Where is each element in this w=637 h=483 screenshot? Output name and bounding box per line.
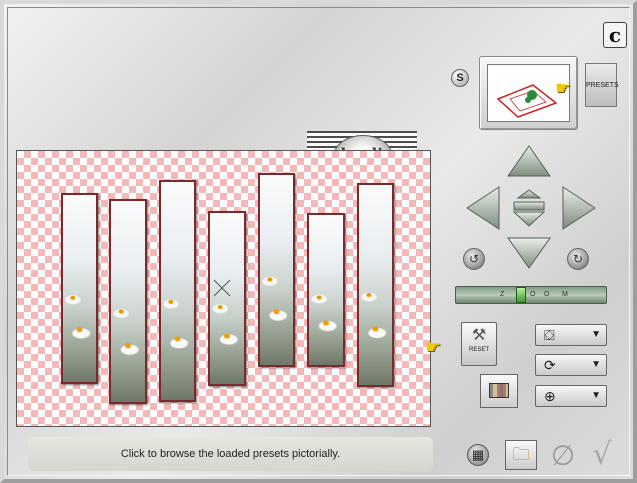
image-preview-button[interactable] (480, 374, 518, 408)
presets-button[interactable]: PRESETS (585, 63, 619, 107)
image-strip (208, 211, 246, 386)
zoom-letter: M (562, 291, 568, 298)
chevron-down-icon: ▼ (591, 329, 601, 340)
zoom-letter: Z (500, 291, 505, 298)
perspective-grid-icon: ⛋ (544, 327, 555, 343)
film-strip-icon (489, 383, 509, 398)
rotate-axis-icon: ⊕ (544, 388, 556, 404)
image-strip (258, 173, 295, 367)
preview-canvas[interactable] (16, 150, 431, 427)
crosshair-icon (213, 279, 231, 297)
cancel-icon[interactable]: ∅ (548, 440, 578, 472)
image-strip (307, 213, 345, 367)
chevron-down-icon: ▼ (591, 390, 601, 401)
arrow-down-icon[interactable] (506, 236, 552, 270)
zoom-letter: O (530, 291, 536, 298)
zoom-letter: O (544, 291, 550, 298)
zoom-slider-thumb[interactable] (516, 287, 526, 303)
zoom-slider[interactable]: Z O O M (455, 286, 607, 304)
status-bar: Click to browse the loaded presets picto… (28, 437, 433, 471)
reset-button[interactable]: ⚒ RESET (461, 322, 497, 366)
center-icon[interactable] (510, 188, 548, 228)
hammer-icon: ⚒ (471, 327, 487, 344)
arrow-left-icon[interactable] (465, 185, 501, 231)
grid-icon[interactable]: ▦ (467, 444, 489, 466)
arrow-right-icon[interactable] (561, 185, 597, 231)
image-strip (159, 180, 196, 402)
app-logo: c (603, 22, 627, 48)
image-strip (61, 193, 98, 384)
arrow-up-icon[interactable] (506, 144, 552, 178)
folder-import-icon[interactable]: 🗀 (505, 440, 537, 470)
ok-check-icon[interactable]: √ (586, 438, 618, 472)
rotate-ellipse-icon: ⟳ (544, 357, 556, 373)
image-strip (357, 183, 394, 387)
chevron-down-icon: ▼ (591, 359, 601, 370)
rotate-left-icon[interactable]: ↺ (463, 248, 485, 270)
perspective-mode-dropdown[interactable]: ⛋ ▼ (535, 324, 607, 346)
axis-mode-dropdown[interactable]: ⊕ ▼ (535, 385, 607, 407)
rotate-right-icon[interactable]: ↻ (567, 248, 589, 270)
presets-s-button[interactable]: S (451, 69, 469, 87)
pointing-hand-icon: ☛ (425, 337, 442, 357)
image-strip (109, 199, 147, 404)
rotate-mode-dropdown[interactable]: ⟳ ▼ (535, 354, 607, 376)
reset-label: RESET (468, 347, 489, 353)
